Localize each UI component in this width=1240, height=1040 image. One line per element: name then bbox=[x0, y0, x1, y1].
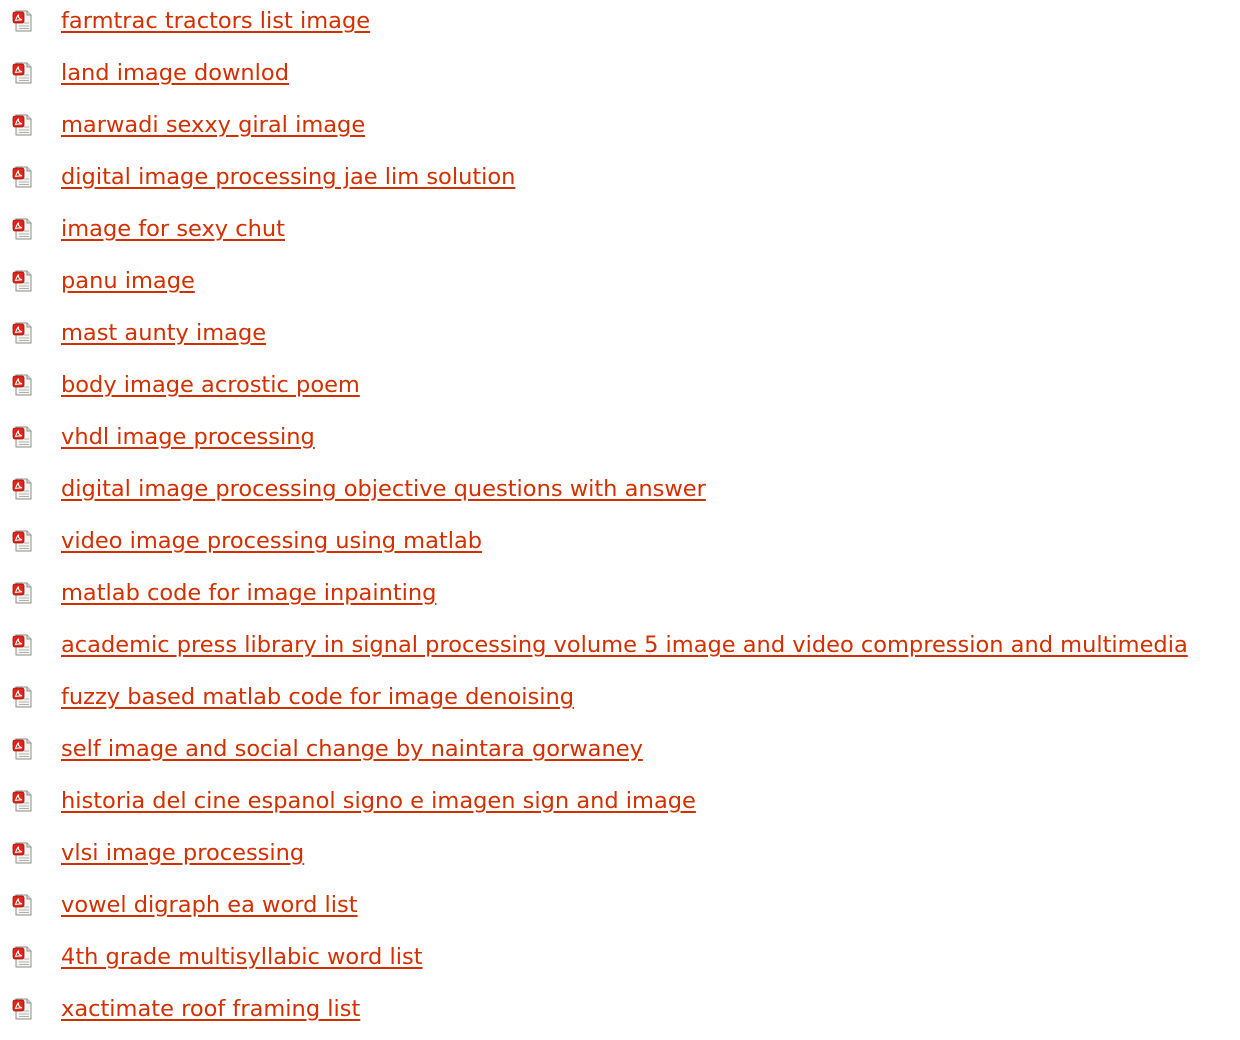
pdf-link[interactable]: land image downlod bbox=[61, 62, 289, 85]
pdf-file-icon bbox=[12, 842, 34, 864]
pdf-link[interactable]: xactimate roof framing list bbox=[61, 998, 360, 1021]
pdf-link[interactable]: vlsi image processing bbox=[61, 842, 304, 865]
pdf-link[interactable]: video image processing using matlab bbox=[61, 530, 482, 553]
pdf-link[interactable]: panu image bbox=[61, 270, 195, 293]
list-item: marwadi sexxy giral image bbox=[0, 104, 1240, 156]
list-item: fuzzy based matlab code for image denois… bbox=[0, 676, 1240, 728]
pdf-link[interactable]: digital image processing jae lim solutio… bbox=[61, 166, 515, 189]
list-item: xactimate roof framing list bbox=[0, 988, 1240, 1040]
pdf-file-icon bbox=[12, 478, 34, 500]
pdf-link[interactable]: academic press library in signal process… bbox=[61, 634, 1188, 657]
pdf-link[interactable]: vhdl image processing bbox=[61, 426, 315, 449]
list-item: panu image bbox=[0, 260, 1240, 312]
pdf-file-icon bbox=[12, 374, 34, 396]
pdf-link[interactable]: image for sexy chut bbox=[61, 218, 285, 241]
list-item: academic press library in signal process… bbox=[0, 624, 1240, 676]
pdf-file-icon bbox=[12, 322, 34, 344]
pdf-file-icon bbox=[12, 686, 34, 708]
pdf-link[interactable]: body image acrostic poem bbox=[61, 374, 360, 397]
pdf-link[interactable]: farmtrac tractors list image bbox=[61, 10, 370, 33]
pdf-file-icon bbox=[12, 166, 34, 188]
pdf-file-icon bbox=[12, 634, 34, 656]
pdf-file-icon bbox=[12, 998, 34, 1020]
list-item: vhdl image processing bbox=[0, 416, 1240, 468]
pdf-file-icon bbox=[12, 426, 34, 448]
pdf-file-icon bbox=[12, 530, 34, 552]
list-item: mast aunty image bbox=[0, 312, 1240, 364]
pdf-file-icon bbox=[12, 582, 34, 604]
list-item: digital image processing jae lim solutio… bbox=[0, 156, 1240, 208]
list-item: land image downlod bbox=[0, 52, 1240, 104]
list-item: image for sexy chut bbox=[0, 208, 1240, 260]
pdf-link[interactable]: self image and social change by naintara… bbox=[61, 738, 643, 761]
list-item: vowel digraph ea word list bbox=[0, 884, 1240, 936]
pdf-file-icon bbox=[12, 270, 34, 292]
pdf-file-icon bbox=[12, 738, 34, 760]
pdf-link[interactable]: 4th grade multisyllabic word list bbox=[61, 946, 423, 969]
pdf-link[interactable]: vowel digraph ea word list bbox=[61, 894, 358, 917]
list-item: farmtrac tractors list image bbox=[0, 0, 1240, 52]
pdf-file-icon bbox=[12, 946, 34, 968]
pdf-file-icon bbox=[12, 114, 34, 136]
list-item: body image acrostic poem bbox=[0, 364, 1240, 416]
list-item: matlab code for image inpainting bbox=[0, 572, 1240, 624]
list-item: self image and social change by naintara… bbox=[0, 728, 1240, 780]
list-item: video image processing using matlab bbox=[0, 520, 1240, 572]
pdf-link[interactable]: historia del cine espanol signo e imagen… bbox=[61, 790, 696, 813]
pdf-file-icon bbox=[12, 218, 34, 240]
list-item: vlsi image processing bbox=[0, 832, 1240, 884]
pdf-file-icon bbox=[12, 790, 34, 812]
pdf-file-icon bbox=[12, 894, 34, 916]
list-item: 4th grade multisyllabic word list bbox=[0, 936, 1240, 988]
pdf-link[interactable]: marwadi sexxy giral image bbox=[61, 114, 365, 137]
pdf-file-icon bbox=[12, 62, 34, 84]
list-item: historia del cine espanol signo e imagen… bbox=[0, 780, 1240, 832]
pdf-link[interactable]: mast aunty image bbox=[61, 322, 266, 345]
pdf-link[interactable]: digital image processing objective quest… bbox=[61, 478, 706, 501]
pdf-file-icon bbox=[12, 10, 34, 32]
list-item: digital image processing objective quest… bbox=[0, 468, 1240, 520]
pdf-link[interactable]: fuzzy based matlab code for image denois… bbox=[61, 686, 574, 709]
pdf-link[interactable]: matlab code for image inpainting bbox=[61, 582, 436, 605]
